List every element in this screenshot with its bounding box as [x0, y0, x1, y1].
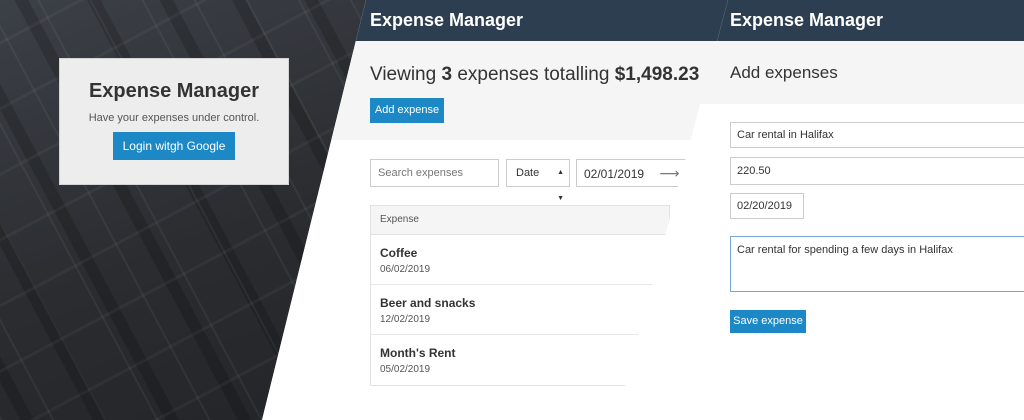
description-field[interactable]: Car rental in Halifax — [730, 122, 1024, 148]
amount-field[interactable]: 220.50 — [730, 157, 1024, 185]
login-subtitle: Have your expenses under control. — [88, 112, 260, 124]
table-header-expense: Expense — [371, 206, 669, 235]
summary-prefix: Viewing — [370, 64, 437, 85]
login-google-button[interactable]: Login witgh Google — [112, 132, 236, 160]
expense-date: 06/02/2019 — [380, 264, 431, 275]
expense-title[interactable]: Month's Rent — [380, 335, 669, 360]
login-title: Expense Manager — [88, 80, 260, 102]
expense-title[interactable]: Coffee — [380, 235, 669, 260]
expense-date: 12/02/2019 — [380, 314, 431, 325]
login-card: Expense Manager Have your expenses under… — [59, 58, 289, 185]
expenses-table: Expense Coffee 06/02/2019 Beer and snack… — [370, 205, 670, 386]
expense-title[interactable]: Beer and snacks — [380, 285, 669, 310]
search-input[interactable]: Search expenses — [370, 159, 499, 187]
start-date: 02/01/2019 — [584, 167, 645, 181]
add-expense-button[interactable]: Add expense — [370, 98, 444, 123]
expense-total: $1,498.23 — [614, 64, 700, 85]
arrow-right-icon: ⟶ — [659, 165, 680, 181]
note-textarea[interactable]: Car rental for spending a few days in Ha… — [730, 236, 1024, 292]
date-field[interactable]: 02/20/2019 — [730, 193, 804, 219]
sort-value: Date — [516, 167, 540, 179]
table-row[interactable]: Beer and snacks 12/02/2019 — [371, 285, 669, 335]
add-expenses-title: Add expenses — [730, 63, 838, 82]
summary-middle: expenses totalling — [457, 64, 610, 85]
expense-count: 3 — [441, 64, 453, 85]
expense-date: 05/02/2019 — [380, 364, 431, 375]
expenses-summary: Viewing 3 expenses totalling $1,498.23 — [370, 64, 699, 86]
sort-select[interactable]: Date ▲ ▼ — [506, 159, 570, 202]
table-row[interactable]: Month's Rent 05/02/2019 — [371, 335, 669, 385]
table-row[interactable]: Coffee 06/02/2019 — [371, 235, 669, 285]
save-expense-button[interactable]: Save expense — [730, 310, 806, 333]
